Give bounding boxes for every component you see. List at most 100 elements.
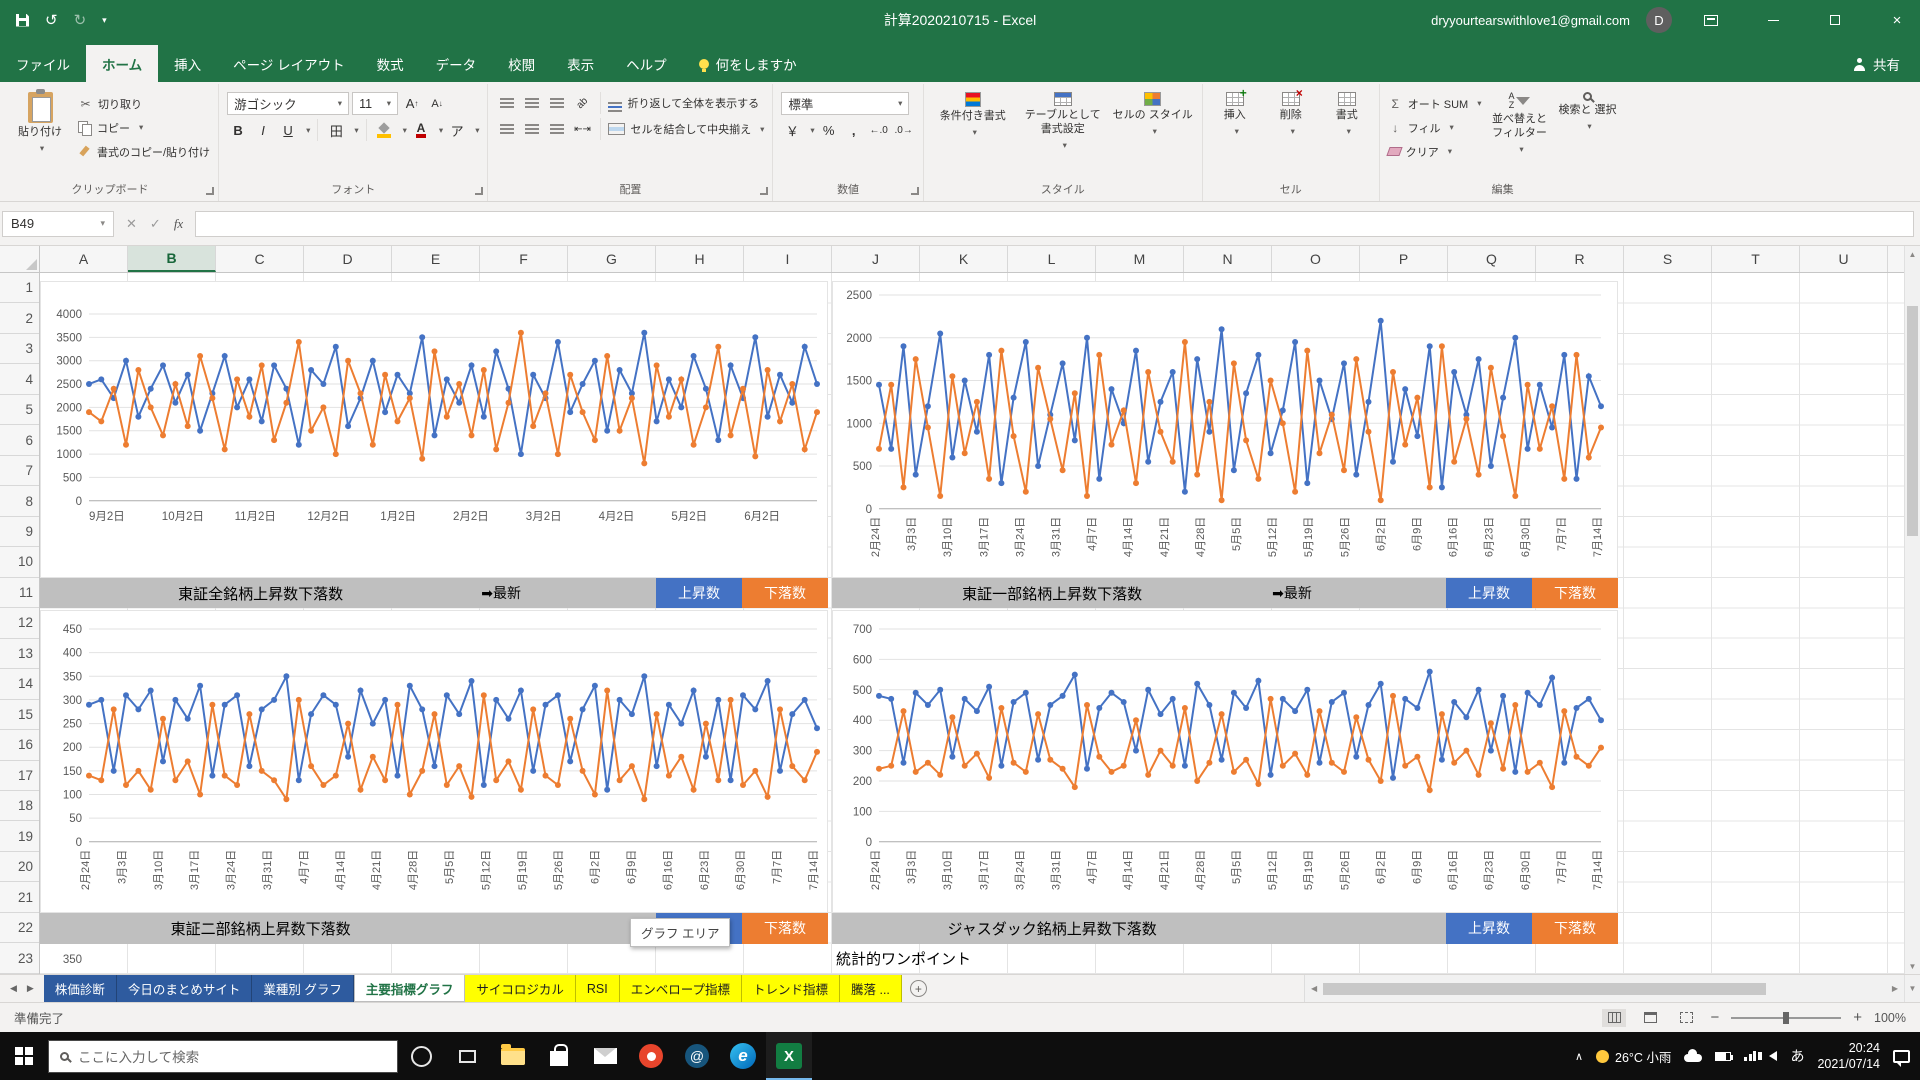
font-color-button[interactable]: A bbox=[410, 119, 432, 141]
sheet-tab-トレンド指標[interactable]: トレンド指標 bbox=[742, 975, 840, 1002]
volume-icon[interactable] bbox=[1769, 1051, 1777, 1061]
wrap-text-button[interactable]: 折り返して全体を表示する bbox=[608, 93, 759, 114]
format-cells-button[interactable]: 書式▾ bbox=[1323, 87, 1371, 136]
normal-view-button[interactable] bbox=[1602, 1009, 1626, 1027]
ribbon-tab-校閲[interactable]: 校閲 bbox=[492, 45, 551, 82]
currency-format-button[interactable]: ￥ bbox=[781, 119, 803, 141]
format-as-table-button[interactable]: テーブルとして書式設定▾ bbox=[1022, 87, 1104, 150]
weather-widget[interactable]: 26°C 小雨 bbox=[1596, 1047, 1671, 1066]
ribbon-tab-データ[interactable]: データ bbox=[420, 45, 493, 82]
mail-button[interactable] bbox=[582, 1032, 628, 1080]
share-button[interactable]: 共有 bbox=[1833, 45, 1920, 82]
sheet-tab-騰落 ...[interactable]: 騰落 ... bbox=[840, 975, 902, 1002]
sheet-tab-株価診断[interactable]: 株価診断 bbox=[44, 975, 117, 1002]
borders-button[interactable]: 田 bbox=[325, 119, 347, 141]
delete-cells-button[interactable]: 削除▾ bbox=[1267, 87, 1315, 136]
name-box[interactable]: B49 ▾ bbox=[2, 211, 114, 237]
find-select-button[interactable]: 検索と 選択▾ bbox=[1557, 87, 1617, 162]
confirm-entry-button[interactable]: ✓ bbox=[150, 216, 161, 232]
align-center-button[interactable] bbox=[521, 118, 543, 140]
sort-filter-button[interactable]: AZ 並べ替えと フィルター▾ bbox=[1489, 87, 1549, 162]
insert-function-button[interactable]: fx bbox=[174, 216, 183, 232]
legend-button-down[interactable]: 下落数 bbox=[1532, 578, 1618, 608]
decrease-decimal-button[interactable]: .0→ bbox=[893, 119, 915, 141]
latest-link[interactable]: ➡最新 bbox=[481, 578, 521, 608]
cut-button[interactable]: ✂切り取り bbox=[78, 93, 210, 114]
close-button[interactable]: × bbox=[1874, 0, 1920, 40]
zoom-slider-thumb[interactable] bbox=[1783, 1012, 1789, 1024]
cloud-icon[interactable] bbox=[1684, 1054, 1702, 1062]
battery-icon[interactable] bbox=[1715, 1052, 1731, 1061]
vertical-scrollbar[interactable]: ▲ ▼ bbox=[1904, 246, 1920, 974]
excel-taskbar-button[interactable]: X bbox=[766, 1032, 812, 1080]
legend-button-down[interactable]: 下落数 bbox=[742, 578, 828, 608]
zoom-in-button[interactable]: + bbox=[1853, 1009, 1862, 1026]
ribbon-display-options-button[interactable] bbox=[1688, 0, 1734, 40]
prev-sheet-arrow[interactable]: ◀ bbox=[10, 983, 17, 994]
bold-button[interactable]: B bbox=[227, 119, 249, 141]
increase-font-size-button[interactable]: A↑ bbox=[401, 93, 423, 115]
ime-indicator[interactable]: あ bbox=[1790, 1046, 1804, 1066]
ribbon-tab-ファイル[interactable]: ファイル bbox=[0, 45, 86, 82]
horizontal-scroll-thumb[interactable] bbox=[1323, 983, 1766, 995]
scroll-left-arrow[interactable]: ◀ bbox=[1307, 984, 1321, 993]
increase-decimal-button[interactable]: ←.0 bbox=[868, 119, 890, 141]
underline-button[interactable]: U bbox=[277, 119, 299, 141]
percent-format-button[interactable]: % bbox=[818, 119, 840, 141]
comma-format-button[interactable]: , bbox=[843, 119, 865, 141]
dialog-launcher-font[interactable] bbox=[475, 187, 483, 195]
line-chart-4[interactable]: 01002003004005006007002月24日3月3日3月10日3月17… bbox=[832, 610, 1618, 913]
store-button[interactable] bbox=[536, 1032, 582, 1080]
phonetic-button[interactable]: ア bbox=[446, 119, 468, 141]
ribbon-tab-ヘルプ[interactable]: ヘルプ bbox=[610, 45, 683, 82]
zoom-out-button[interactable]: − bbox=[1710, 1009, 1719, 1026]
scroll-up-arrow[interactable]: ▲ bbox=[1905, 246, 1920, 262]
clear-button[interactable]: クリア▾ bbox=[1388, 141, 1482, 162]
fill-color-button[interactable] bbox=[374, 119, 396, 141]
horizontal-scrollbar[interactable]: ◀ ▶ bbox=[1304, 975, 1904, 1002]
page-layout-view-button[interactable] bbox=[1638, 1009, 1662, 1027]
vertical-scroll-thumb[interactable] bbox=[1907, 306, 1918, 536]
align-top-button[interactable] bbox=[496, 92, 518, 114]
next-sheet-arrow[interactable]: ▶ bbox=[27, 983, 34, 994]
file-explorer-button[interactable] bbox=[490, 1032, 536, 1080]
line-chart-1[interactable]: 050010001500200025003000350040009月2日10月2… bbox=[40, 281, 828, 578]
sheet-tab-主要指標グラフ[interactable]: 主要指標グラフ bbox=[354, 975, 466, 1002]
dialog-launcher-alignment[interactable] bbox=[760, 187, 768, 195]
clock[interactable]: 20:242021/07/14 bbox=[1817, 1040, 1880, 1073]
merge-center-button[interactable]: セルを結合して中央揃え▾ bbox=[608, 119, 764, 140]
zoom-slider[interactable] bbox=[1731, 1017, 1841, 1019]
redo-button[interactable]: ↻ bbox=[74, 11, 87, 29]
sheet-tab-今日のまとめサイト[interactable]: 今日のまとめサイト bbox=[117, 975, 253, 1002]
font-name-select[interactable]: 游ゴシック▾ bbox=[227, 92, 349, 115]
legend-button-up[interactable]: 上昇数 bbox=[1446, 913, 1532, 943]
insert-cells-button[interactable]: 挿入▾ bbox=[1211, 87, 1259, 136]
minimize-button[interactable] bbox=[1750, 0, 1796, 40]
fill-button[interactable]: ↓フィル▾ bbox=[1388, 117, 1482, 138]
network-icon[interactable] bbox=[1744, 1051, 1756, 1061]
legend-button-up[interactable]: 上昇数 bbox=[656, 578, 742, 608]
edge-button[interactable]: e bbox=[720, 1032, 766, 1080]
format-painter-button[interactable]: 書式のコピー/貼り付け bbox=[78, 141, 210, 162]
legend-button-down[interactable]: 下落数 bbox=[742, 913, 828, 943]
start-button[interactable] bbox=[0, 1032, 48, 1080]
conditional-formatting-button[interactable]: 条件付き書式▾ bbox=[932, 87, 1014, 150]
italic-button[interactable]: I bbox=[252, 119, 274, 141]
undo-button[interactable]: ↺ bbox=[45, 11, 58, 29]
legend-button-down[interactable]: 下落数 bbox=[1532, 913, 1618, 943]
save-button[interactable] bbox=[16, 14, 29, 27]
sheet-tab-サイコロジカル[interactable]: サイコロジカル bbox=[465, 975, 576, 1002]
indent-buttons[interactable]: ⇤⇥ bbox=[571, 118, 593, 140]
latest-link[interactable]: ➡最新 bbox=[1272, 578, 1312, 608]
sheet-tab-業種別 グラフ[interactable]: 業種別 グラフ bbox=[252, 975, 353, 1002]
task-view-button[interactable] bbox=[444, 1032, 490, 1080]
scroll-down-arrow[interactable]: ▼ bbox=[1905, 958, 1920, 974]
dialog-launcher-number[interactable] bbox=[911, 187, 919, 195]
tell-me-box[interactable]: 何をしますか bbox=[683, 45, 813, 82]
sheet-tab-RSI[interactable]: RSI bbox=[576, 975, 620, 1002]
align-right-button[interactable] bbox=[546, 118, 568, 140]
dialog-launcher-clipboard[interactable] bbox=[206, 187, 214, 195]
page-break-view-button[interactable] bbox=[1674, 1009, 1698, 1027]
line-chart-3[interactable]: 0501001502002503003504004502月24日3月3日3月10… bbox=[40, 610, 828, 913]
notification-button[interactable] bbox=[1893, 1050, 1910, 1063]
